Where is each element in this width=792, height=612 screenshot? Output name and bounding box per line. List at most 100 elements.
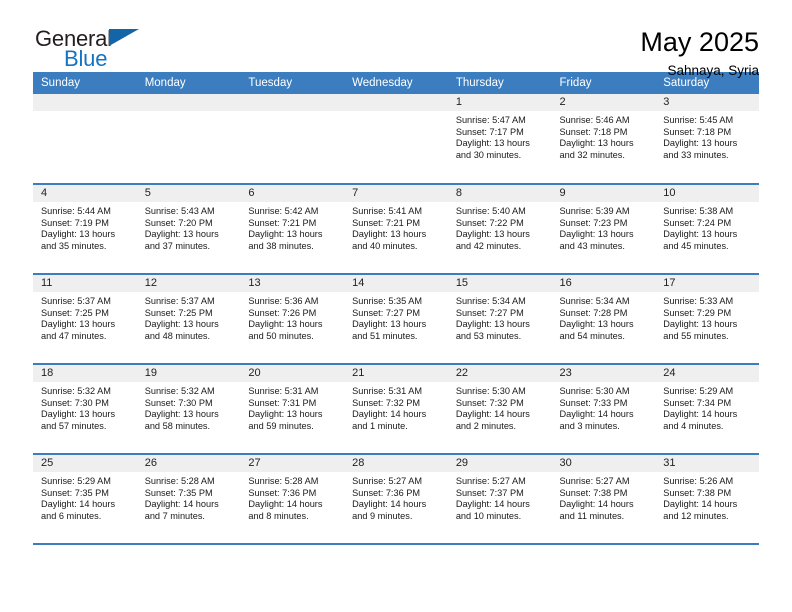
day-number: 7: [344, 185, 448, 202]
calendar-day-cell[interactable]: 11 Sunrise: 5:37 AM Sunset: 7:25 PM Dayli…: [33, 274, 137, 365]
day-number: 26: [136, 455, 241, 472]
day-number: 8: [447, 185, 552, 202]
sun-times-text: [137, 111, 241, 115]
day-number: 23: [551, 365, 656, 382]
sun-times-text: Sunrise: 5:40 AM Sunset: 7:22 PM Dayligh…: [455, 206, 530, 251]
weekday-header-thursday: Thursday: [447, 72, 552, 94]
calendar-week-row: 25 Sunrise: 5:29 AM Sunset: 7:35 PM Dayli…: [33, 454, 759, 545]
general-blue-logo[interactable]: General Blue: [33, 26, 163, 72]
calendar-day-cell[interactable]: 3 Sunrise: 5:45 AM Sunset: 7:18 PM Daylig…: [655, 94, 759, 185]
day-number: 5: [136, 185, 241, 202]
day-number: 15: [447, 275, 552, 292]
calendar-day-cell[interactable]: 27 Sunrise: 5:28 AM Sunset: 7:36 PM Dayli…: [240, 454, 345, 545]
calendar-day-cell[interactable]: 1 Sunrise: 5:47 AM Sunset: 7:17 PM Daylig…: [447, 94, 552, 185]
sun-times-text: [33, 111, 137, 115]
title-block: May 2025 Sahnaya, Syria: [640, 26, 759, 80]
calendar-day-cell[interactable]: 9 Sunrise: 5:39 AM Sunset: 7:23 PM Daylig…: [551, 184, 656, 275]
calendar-day-cell[interactable]: 22 Sunrise: 5:30 AM Sunset: 7:32 PM Dayli…: [447, 364, 552, 455]
page-title: May 2025: [640, 27, 759, 57]
sun-times-text: Sunrise: 5:27 AM Sunset: 7:36 PM Dayligh…: [352, 476, 427, 521]
day-number: 21: [344, 365, 448, 382]
day-number: 27: [240, 455, 345, 472]
day-number: 28: [344, 455, 448, 472]
calendar-page: General Blue May 2025 Sahnaya, Syria Sun…: [0, 0, 792, 612]
calendar-day-cell[interactable]: 10 Sunrise: 5:38 AM Sunset: 7:24 PM Dayli…: [655, 184, 759, 275]
day-number: 16: [551, 275, 656, 292]
sun-times-text: Sunrise: 5:37 AM Sunset: 7:25 PM Dayligh…: [144, 296, 219, 341]
calendar-day-cell[interactable]: 26 Sunrise: 5:28 AM Sunset: 7:35 PM Dayli…: [136, 454, 241, 545]
calendar-day-cell[interactable]: 4 Sunrise: 5:44 AM Sunset: 7:19 PM Daylig…: [33, 184, 137, 275]
calendar-day-cell[interactable]: 18 Sunrise: 5:32 AM Sunset: 7:30 PM Dayli…: [33, 364, 137, 455]
calendar-day-cell[interactable]: 12 Sunrise: 5:37 AM Sunset: 7:25 PM Dayli…: [136, 274, 241, 365]
calendar-day-cell[interactable]: 2 Sunrise: 5:46 AM Sunset: 7:18 PM Daylig…: [551, 94, 656, 185]
sun-times-text: Sunrise: 5:28 AM Sunset: 7:36 PM Dayligh…: [248, 476, 323, 521]
calendar-cell-empty: [240, 94, 345, 185]
day-number: 30: [551, 455, 656, 472]
calendar-day-cell[interactable]: 5 Sunrise: 5:43 AM Sunset: 7:20 PM Daylig…: [136, 184, 241, 275]
sun-times-text: Sunrise: 5:32 AM Sunset: 7:30 PM Dayligh…: [41, 386, 116, 431]
masthead: General Blue May 2025 Sahnaya, Syria: [33, 0, 759, 78]
calendar-day-cell[interactable]: 16 Sunrise: 5:34 AM Sunset: 7:28 PM Dayli…: [551, 274, 656, 365]
calendar-day-cell[interactable]: 24 Sunrise: 5:29 AM Sunset: 7:34 PM Dayli…: [655, 364, 759, 455]
calendar-day-cell[interactable]: 7 Sunrise: 5:41 AM Sunset: 7:21 PM Daylig…: [344, 184, 448, 275]
calendar-day-cell[interactable]: 14 Sunrise: 5:35 AM Sunset: 7:27 PM Dayli…: [344, 274, 448, 365]
sun-times-text: Sunrise: 5:30 AM Sunset: 7:33 PM Dayligh…: [559, 386, 634, 431]
day-number: [344, 94, 448, 111]
calendar-week-row: 4 Sunrise: 5:44 AM Sunset: 7:19 PM Daylig…: [33, 184, 759, 275]
sun-times-text: Sunrise: 5:47 AM Sunset: 7:17 PM Dayligh…: [455, 115, 530, 160]
day-number: 6: [240, 185, 345, 202]
day-number: 25: [33, 455, 137, 472]
day-number: [33, 94, 137, 111]
sun-times-text: Sunrise: 5:29 AM Sunset: 7:34 PM Dayligh…: [663, 386, 738, 431]
sun-times-text: Sunrise: 5:33 AM Sunset: 7:29 PM Dayligh…: [663, 296, 738, 341]
sun-times-text: Sunrise: 5:36 AM Sunset: 7:26 PM Dayligh…: [248, 296, 323, 341]
sun-times-text: Sunrise: 5:42 AM Sunset: 7:21 PM Dayligh…: [248, 206, 323, 251]
sun-times-text: Sunrise: 5:39 AM Sunset: 7:23 PM Dayligh…: [559, 206, 634, 251]
day-number: 24: [655, 365, 759, 382]
day-number: 4: [33, 185, 137, 202]
day-number: 22: [447, 365, 552, 382]
calendar-day-cell[interactable]: 30 Sunrise: 5:27 AM Sunset: 7:38 PM Dayli…: [551, 454, 656, 545]
sun-times-text: Sunrise: 5:28 AM Sunset: 7:35 PM Dayligh…: [144, 476, 219, 521]
calendar-body: 1 Sunrise: 5:47 AM Sunset: 7:17 PM Daylig…: [33, 94, 759, 545]
sun-times-text: [240, 111, 344, 115]
sun-times-text: Sunrise: 5:31 AM Sunset: 7:31 PM Dayligh…: [248, 386, 323, 431]
sun-times-text: Sunrise: 5:30 AM Sunset: 7:32 PM Dayligh…: [455, 386, 530, 431]
calendar-day-cell[interactable]: 23 Sunrise: 5:30 AM Sunset: 7:33 PM Dayli…: [551, 364, 656, 455]
day-number: 12: [136, 275, 241, 292]
day-number: 17: [655, 275, 759, 292]
calendar-day-cell[interactable]: 19 Sunrise: 5:32 AM Sunset: 7:30 PM Dayli…: [136, 364, 241, 455]
sun-times-text: Sunrise: 5:27 AM Sunset: 7:37 PM Dayligh…: [455, 476, 530, 521]
calendar-day-cell[interactable]: 31 Sunrise: 5:26 AM Sunset: 7:38 PM Dayli…: [655, 454, 759, 545]
calendar-day-cell[interactable]: 6 Sunrise: 5:42 AM Sunset: 7:21 PM Daylig…: [240, 184, 345, 275]
calendar-day-cell[interactable]: 29 Sunrise: 5:27 AM Sunset: 7:37 PM Dayli…: [447, 454, 552, 545]
day-number: 13: [240, 275, 345, 292]
sun-times-text: Sunrise: 5:26 AM Sunset: 7:38 PM Dayligh…: [663, 476, 738, 521]
day-number: 31: [655, 455, 759, 472]
day-number: 1: [447, 94, 552, 111]
sun-times-text: Sunrise: 5:43 AM Sunset: 7:20 PM Dayligh…: [144, 206, 219, 251]
calendar-day-cell[interactable]: 20 Sunrise: 5:31 AM Sunset: 7:31 PM Dayli…: [240, 364, 345, 455]
calendar-table: Sunday Monday Tuesday Wednesday Thursday…: [33, 72, 759, 545]
sun-times-text: Sunrise: 5:35 AM Sunset: 7:27 PM Dayligh…: [352, 296, 427, 341]
calendar-week-row: 1 Sunrise: 5:47 AM Sunset: 7:17 PM Daylig…: [33, 94, 759, 185]
sun-times-text: Sunrise: 5:32 AM Sunset: 7:30 PM Dayligh…: [144, 386, 219, 431]
calendar-cell-empty: [344, 94, 448, 185]
calendar-day-cell[interactable]: 15 Sunrise: 5:34 AM Sunset: 7:27 PM Dayli…: [447, 274, 552, 365]
day-number: [240, 94, 345, 111]
weekday-header-tuesday: Tuesday: [240, 72, 345, 94]
sun-times-text: Sunrise: 5:29 AM Sunset: 7:35 PM Dayligh…: [41, 476, 116, 521]
calendar-day-cell[interactable]: 21 Sunrise: 5:31 AM Sunset: 7:32 PM Dayli…: [344, 364, 448, 455]
calendar-day-cell[interactable]: 8 Sunrise: 5:40 AM Sunset: 7:22 PM Daylig…: [447, 184, 552, 275]
day-number: 20: [240, 365, 345, 382]
weekday-header-wednesday: Wednesday: [344, 72, 448, 94]
calendar-week-row: 11 Sunrise: 5:37 AM Sunset: 7:25 PM Dayli…: [33, 274, 759, 365]
calendar-day-cell[interactable]: 25 Sunrise: 5:29 AM Sunset: 7:35 PM Dayli…: [33, 454, 137, 545]
calendar-day-cell[interactable]: 17 Sunrise: 5:33 AM Sunset: 7:29 PM Dayli…: [655, 274, 759, 365]
day-number: 10: [655, 185, 759, 202]
calendar-day-cell[interactable]: 28 Sunrise: 5:27 AM Sunset: 7:36 PM Dayli…: [344, 454, 448, 545]
sun-times-text: Sunrise: 5:34 AM Sunset: 7:27 PM Dayligh…: [455, 296, 530, 341]
day-number: 9: [551, 185, 656, 202]
calendar-day-cell[interactable]: 13 Sunrise: 5:36 AM Sunset: 7:26 PM Dayli…: [240, 274, 345, 365]
sun-times-text: Sunrise: 5:44 AM Sunset: 7:19 PM Dayligh…: [41, 206, 116, 251]
